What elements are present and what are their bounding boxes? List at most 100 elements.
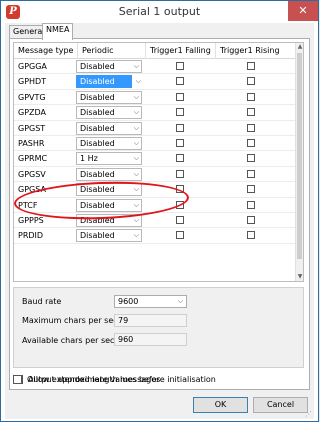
periodic-select[interactable]: Disabled ⌵ (76, 229, 142, 243)
table-row[interactable]: GPGST Disabled ⌵ (14, 121, 303, 136)
trigger1-rising-checkbox[interactable] (247, 216, 255, 224)
approx-values-option[interactable]: Output approximate values before initial… (13, 374, 283, 386)
chevron-down-icon: ⌵ (133, 108, 139, 117)
trigger1-rising-checkbox[interactable] (247, 185, 255, 194)
table-row[interactable]: GPGSV Disabled ⌵ (14, 167, 303, 183)
chevron-down-icon: ⌵ (133, 123, 139, 132)
trigger1-falling-checkbox[interactable] (176, 92, 184, 101)
table-row[interactable]: GPGGA Disabled ⌵ (14, 59, 303, 75)
table-row[interactable]: GPZDA Disabled ⌵ (14, 105, 303, 121)
ok-button[interactable]: OK (193, 397, 248, 413)
tab-nmea[interactable]: NMEA (42, 23, 74, 40)
periodic-select[interactable]: Disabled ⌵ (76, 60, 142, 73)
message-type-cell: PTCF (18, 200, 38, 210)
message-type-cell: PRDID (18, 231, 44, 241)
trigger1-rising-checkbox[interactable] (247, 200, 255, 209)
periodic-value: Disabled (80, 185, 115, 195)
periodic-value: Disabled (80, 200, 115, 210)
message-type-cell: GPRMC (18, 154, 48, 164)
chevron-down-icon: ⌵ (135, 77, 141, 86)
cancel-button[interactable]: Cancel (253, 397, 308, 413)
table-row[interactable]: GPHDT Disabled ⌵ (14, 74, 303, 90)
periodic-select[interactable]: Disabled ⌵ (76, 198, 142, 212)
periodic-value: Disabled (80, 62, 115, 71)
periodic-select[interactable]: Disabled ⌵ (76, 137, 142, 150)
scroll-thumb[interactable] (297, 53, 302, 259)
trigger1-falling-checkbox[interactable] (176, 123, 184, 132)
trigger1-rising-checkbox[interactable] (247, 169, 255, 178)
table-row[interactable]: GPPPS Disabled ⌵ (14, 213, 303, 229)
title-bar[interactable]: P Serial 1 output ✕ (1, 1, 318, 23)
periodic-value: Disabled (80, 77, 115, 87)
periodic-select[interactable]: Disabled ⌵ (76, 167, 142, 181)
trigger1-rising-checkbox[interactable] (247, 92, 255, 101)
nmea-tab-panel: Message type Periodic Trigger1 Falling T… (9, 38, 310, 390)
chevron-down-icon: ⌵ (133, 169, 139, 178)
periodic-value: Disabled (80, 92, 115, 102)
column-header-trigger1-falling[interactable]: Trigger1 Falling (146, 43, 216, 59)
message-type-cell: GPGSA (18, 185, 46, 195)
approx-values-label: Output approximate values before initial… (27, 375, 216, 384)
trigger1-rising-checkbox[interactable] (247, 108, 255, 117)
periodic-select[interactable]: Disabled ⌵ (76, 75, 141, 89)
chevron-down-icon: ⌵ (133, 154, 139, 163)
table-row[interactable]: PTCF Disabled ⌵ (14, 198, 303, 213)
periodic-select[interactable]: Disabled ⌵ (76, 214, 142, 227)
trigger1-falling-checkbox[interactable] (176, 216, 184, 224)
trigger1-falling-checkbox[interactable] (176, 169, 184, 178)
periodic-value: Disabled (80, 231, 115, 241)
message-type-cell: GPZDA (18, 108, 46, 118)
trigger1-rising-checkbox[interactable] (247, 77, 255, 86)
dialog-client: General NMEA Message type Periodic Trigg… (5, 23, 314, 419)
periodic-select[interactable]: 1 Hz ⌵ (76, 152, 142, 166)
message-type-cell: GPPPS (18, 216, 44, 225)
trigger1-rising-checkbox[interactable] (247, 123, 255, 132)
message-type-cell: PASHR (18, 139, 45, 148)
periodic-select[interactable]: Disabled ⌵ (76, 121, 142, 135)
grid-header: Message type Periodic Trigger1 Falling T… (14, 43, 303, 59)
periodic-select[interactable]: Disabled ⌵ (76, 90, 142, 104)
column-header-periodic[interactable]: Periodic (78, 43, 146, 59)
dialog-window: P Serial 1 output ✕ General NMEA Message… (0, 0, 319, 422)
grid-vertical-scrollbar[interactable]: ▲ ▼ (295, 43, 303, 281)
trigger1-falling-checkbox[interactable] (176, 77, 184, 86)
trigger1-rising-checkbox[interactable] (247, 231, 255, 240)
trigger1-rising-checkbox[interactable] (247, 139, 255, 147)
window-title: Serial 1 output (118, 5, 201, 18)
trigger1-falling-checkbox[interactable] (176, 62, 184, 70)
message-type-cell: GPGGA (18, 62, 47, 71)
baud-rate-label: Baud rate (22, 297, 62, 306)
column-header-message-type[interactable]: Message type (14, 43, 78, 59)
trigger1-falling-checkbox[interactable] (176, 185, 184, 194)
table-row[interactable]: GPVTG Disabled ⌵ (14, 90, 303, 106)
table-row[interactable]: GPRMC 1 Hz ⌵ (14, 151, 303, 167)
trigger1-rising-checkbox[interactable] (247, 154, 255, 163)
table-row[interactable]: GPGSA Disabled ⌵ (14, 182, 303, 198)
close-button[interactable]: ✕ (288, 1, 318, 21)
message-grid: Message type Periodic Trigger1 Falling T… (13, 42, 304, 282)
trigger1-falling-checkbox[interactable] (176, 154, 184, 163)
scroll-up-arrow-icon[interactable]: ▲ (296, 43, 303, 51)
chevron-down-icon: ⌵ (133, 216, 139, 224)
chevron-down-icon: ⌵ (133, 62, 139, 70)
trigger1-falling-checkbox[interactable] (176, 139, 184, 147)
approx-values-checkbox[interactable] (13, 375, 22, 384)
trigger1-falling-checkbox[interactable] (176, 231, 184, 240)
table-row[interactable]: PRDID Disabled ⌵ (14, 228, 303, 244)
trigger1-falling-checkbox[interactable] (176, 200, 184, 209)
table-row[interactable]: PASHR Disabled ⌵ (14, 136, 303, 152)
chevron-down-icon: ⌵ (133, 231, 139, 240)
trigger1-rising-checkbox[interactable] (247, 62, 255, 70)
resize-grip-icon[interactable]: ⋰ (305, 410, 313, 418)
message-type-cell: GPGSV (18, 169, 46, 179)
baud-rate-value: 9600 (118, 297, 139, 306)
baud-rate-select[interactable]: 9600 ⌵ (114, 295, 187, 308)
periodic-select[interactable]: Disabled ⌵ (76, 106, 142, 120)
trigger1-falling-checkbox[interactable] (176, 108, 184, 117)
scroll-down-arrow-icon[interactable]: ▼ (296, 273, 303, 281)
column-header-trigger1-rising[interactable]: Trigger1 Rising (216, 43, 303, 59)
available-chars-field: 960 (114, 333, 187, 346)
chevron-down-icon: ⌵ (133, 200, 139, 209)
periodic-select[interactable]: Disabled ⌵ (76, 183, 142, 197)
max-chars-field: 79 (114, 314, 187, 327)
